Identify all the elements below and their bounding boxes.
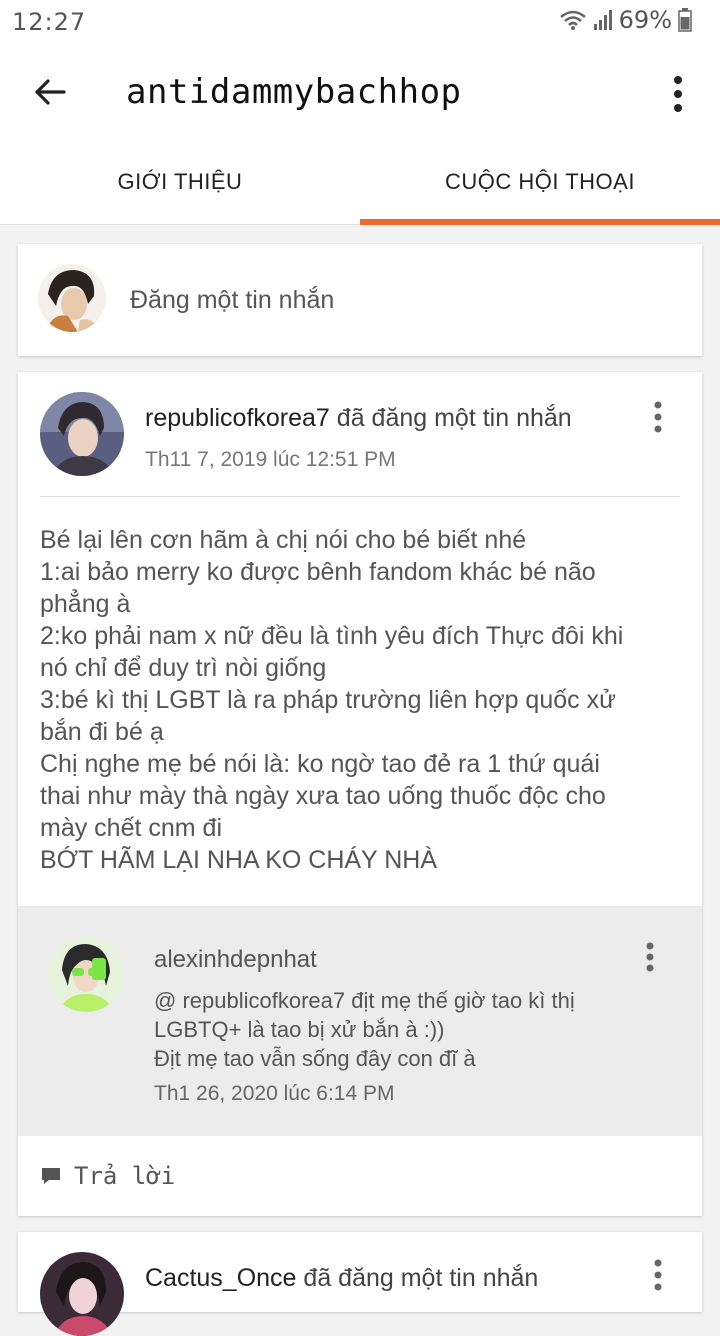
post-body-line: nó chỉ để duy trì nòi giống: [40, 654, 327, 682]
post-body-line: 2:ko phải nam x nữ đều là tình yêu đích …: [40, 622, 624, 650]
status-time: 12:27: [12, 8, 87, 36]
post-username[interactable]: Cactus_Once: [145, 1264, 296, 1292]
reply-text-line: @ republicofkorea7 địt mẹ thế giờ tao kì…: [154, 988, 575, 1013]
post-body-line: Bé lại lên cơn hãm à chị nói cho bé biết…: [40, 526, 527, 554]
avatar[interactable]: [40, 392, 124, 476]
signal-icon: [593, 10, 612, 30]
reply-text: @ republicofkorea7 địt mẹ thế giờ tao kì…: [154, 986, 674, 1073]
post-more-icon[interactable]: [652, 400, 664, 434]
reply-username[interactable]: alexinhdepnhat: [154, 946, 317, 974]
more-options-icon[interactable]: [670, 74, 686, 114]
post-body-line: thai như mày thà ngày xưa tao uống thuốc…: [40, 782, 606, 810]
post-body-line: Chị nghe mẹ bé nói là: ko ngờ tao đẻ ra …: [40, 750, 600, 778]
reply-text-line: LGBTQ+ là tao bị xử bắn à :)): [154, 1017, 445, 1042]
status-icons: 69%: [559, 6, 692, 34]
reply-item: alexinhdepnhat @ republicofkorea7 địt mẹ…: [18, 906, 702, 1136]
post-card: republicofkorea7 đã đăng một tin nhắn Th…: [18, 372, 702, 1216]
back-arrow-icon[interactable]: [32, 74, 68, 110]
avatar: [38, 264, 106, 332]
status-bar: 12:27 69%: [0, 0, 720, 44]
post-action: đã đăng một tin nhắn: [336, 404, 572, 432]
tab-bar: GIỚI THIỆU CUỘC HỘI THOẠI: [0, 140, 720, 225]
post-more-icon[interactable]: [652, 1258, 664, 1292]
post-body-line: phẳng à: [40, 590, 131, 618]
post-date: Th11 7, 2019 lúc 12:51 PM: [145, 448, 396, 471]
post-body-line: 3:bé kì thị LGBT là ra pháp trường liên …: [40, 686, 616, 714]
post-body-line: BỚT HÃM LẠI NHA KO CHÁY NHÀ: [40, 846, 437, 874]
tab-about-label: GIỚI THIỆU: [117, 169, 243, 194]
reply-button-label: Trả lời: [74, 1162, 176, 1190]
avatar[interactable]: [40, 1252, 124, 1336]
reply-more-icon[interactable]: [644, 942, 656, 972]
post-composer[interactable]: Đăng một tin nhắn: [18, 244, 702, 356]
post-username[interactable]: republicofkorea7: [145, 404, 330, 432]
avatar[interactable]: [48, 936, 124, 1012]
comment-icon: [42, 1168, 60, 1184]
page-title: antidammybachhop: [126, 72, 462, 112]
divider: [40, 496, 680, 497]
battery-percent: 69%: [618, 6, 672, 34]
post-body-line: bắn đi bé ạ: [40, 718, 164, 746]
post-header: republicofkorea7 đã đăng một tin nhắn: [145, 404, 572, 433]
app-bar: antidammybachhop: [0, 44, 720, 140]
post-header: Cactus_Once đã đăng một tin nhắn: [145, 1264, 538, 1293]
post-body: Bé lại lên cơn hãm à chị nói cho bé biết…: [40, 524, 680, 876]
post-action: đã đăng một tin nhắn: [303, 1264, 539, 1292]
tab-conversations-label: CUỘC HỘI THOẠI: [445, 169, 635, 194]
battery-icon: [678, 8, 692, 32]
post-card: Cactus_Once đã đăng một tin nhắn: [18, 1232, 702, 1336]
composer-placeholder: Đăng một tin nhắn: [130, 286, 335, 314]
reply-text-line: Địt mẹ tao vẫn sống đây con đĩ à: [154, 1046, 476, 1071]
active-tab-indicator: [360, 219, 720, 225]
post-body-line: mày chết cnm đi: [40, 814, 223, 842]
tab-conversations[interactable]: CUỘC HỘI THOẠI: [360, 140, 720, 225]
reply-date: Th1 26, 2020 lúc 6:14 PM: [154, 1082, 395, 1105]
reply-button[interactable]: Trả lời: [40, 1162, 175, 1190]
tab-about[interactable]: GIỚI THIỆU: [0, 140, 360, 224]
post-body-line: 1:ai bảo merry ko được bênh fandom khác …: [40, 558, 596, 586]
wifi-icon: [559, 10, 586, 30]
